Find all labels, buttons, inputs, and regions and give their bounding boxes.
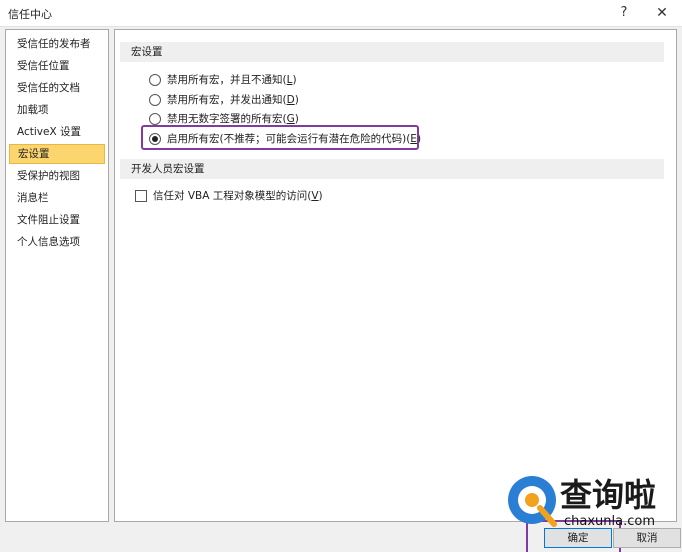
watermark-logo: 查询啦 chaxunla.com	[500, 462, 680, 542]
settings-panel: 宏设置 禁用所有宏，并且不通知(L) 禁用所有宏，并发出通知(D) 禁用无数字签…	[114, 29, 677, 522]
sidebar-item-protected-view[interactable]: 受保护的视图	[9, 166, 105, 186]
developer-settings-header: 开发人员宏设置	[120, 159, 664, 179]
watermark-url: chaxunla.com	[564, 514, 655, 529]
radio-label: 禁用所有宏，并且不通知(L)	[167, 74, 297, 86]
sidebar-item-add-ins[interactable]: 加载项	[9, 100, 105, 120]
sidebar-item-macro-settings[interactable]: 宏设置	[9, 144, 105, 164]
watermark-brand: 查询啦	[560, 476, 657, 514]
close-button[interactable]: ✕	[648, 2, 676, 24]
radio-button[interactable]	[149, 74, 161, 86]
radio-label: 禁用所有宏，并发出通知(D)	[167, 94, 299, 106]
sidebar-item-activex-settings[interactable]: ActiveX 设置	[9, 122, 105, 142]
window-title: 信任中心	[8, 8, 52, 21]
title-bar: 信任中心 ? ✕	[0, 0, 682, 27]
checkbox[interactable]	[135, 190, 147, 202]
help-button[interactable]: ?	[610, 2, 638, 24]
sidebar-item-trusted-documents[interactable]: 受信任的文档	[9, 78, 105, 98]
macro-settings-header: 宏设置	[120, 42, 664, 62]
radio-button[interactable]	[149, 94, 161, 106]
checkbox-label: 信任对 VBA 工程对象模型的访问(V)	[153, 190, 323, 202]
radio-button[interactable]	[149, 113, 161, 125]
sidebar-item-message-bar[interactable]: 消息栏	[9, 188, 105, 208]
sidebar-item-trusted-locations[interactable]: 受信任位置	[9, 56, 105, 76]
magnifier-logo-icon	[508, 476, 557, 527]
sidebar-nav: 受信任的发布者 受信任位置 受信任的文档 加载项 ActiveX 设置 宏设置 …	[5, 29, 109, 522]
sidebar-item-privacy-options[interactable]: 个人信息选项	[9, 232, 105, 252]
sidebar-item-trusted-publishers[interactable]: 受信任的发布者	[9, 34, 105, 54]
sidebar-item-file-block-settings[interactable]: 文件阻止设置	[9, 210, 105, 230]
annotation-highlight-box	[141, 125, 419, 150]
